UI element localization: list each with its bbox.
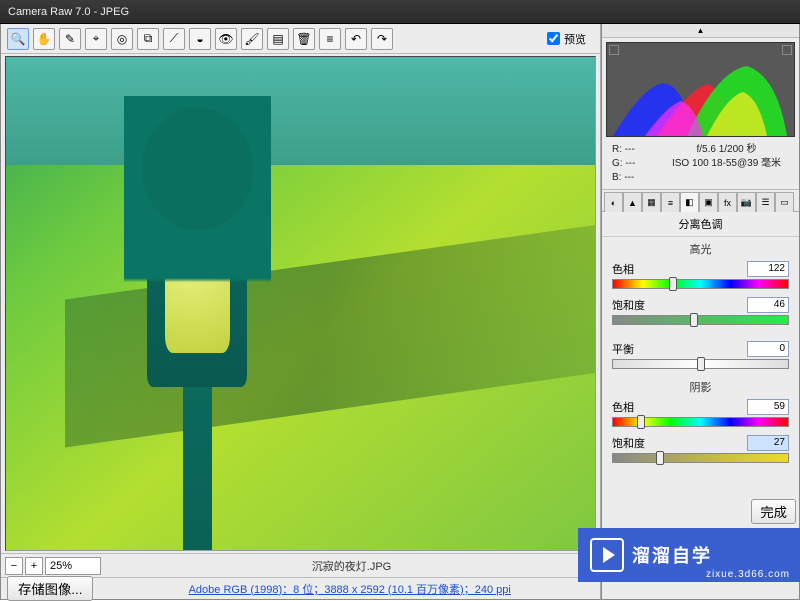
zoom-value[interactable]: 25%	[45, 557, 101, 575]
sh-sat-slider[interactable]	[612, 453, 789, 463]
readout-r: R: ---	[612, 143, 654, 157]
tab-fx-icon[interactable]: fx	[718, 192, 737, 212]
histogram[interactable]	[606, 42, 795, 137]
zoom-out-button[interactable]: −	[5, 557, 23, 575]
preview-checkbox-input[interactable]	[547, 32, 560, 45]
scroll-up-arrow-icon[interactable]: ▲	[602, 24, 799, 38]
play-icon	[590, 538, 624, 572]
hand-tool-icon[interactable]: ✋	[33, 28, 55, 50]
sh-hue-value[interactable]: 59	[747, 399, 789, 415]
shadows-title: 阴影	[602, 375, 799, 397]
status-bar: 存储图像... Adobe RGB (1998)：8 位；3888 x 2592…	[1, 577, 600, 599]
sh-sat-value[interactable]: 27	[747, 435, 789, 451]
hl-sat-row: 饱和度 46	[602, 295, 799, 331]
tab-lens-icon[interactable]: ▣	[699, 192, 718, 212]
redeye-icon[interactable]: 👁	[215, 28, 237, 50]
window-title: Camera Raw 7.0 - JPEG	[8, 6, 129, 18]
adjustment-brush-icon[interactable]: 🖌	[241, 28, 263, 50]
balance-value[interactable]: 0	[747, 341, 789, 357]
hl-hue-label: 色相	[612, 261, 634, 277]
save-image-button[interactable]: 存储图像...	[7, 576, 93, 601]
target-adjust-icon[interactable]: ◎	[111, 28, 133, 50]
color-sampler-icon[interactable]: ⌖	[85, 28, 107, 50]
graduated-filter-icon[interactable]: ▤	[267, 28, 289, 50]
watermark: 溜溜自学 zixue.3d66.com	[578, 528, 800, 582]
slider-thumb[interactable]	[697, 357, 705, 371]
tab-detail-icon[interactable]: ▦	[642, 192, 661, 212]
sh-sat-row: 饱和度 27	[602, 433, 799, 469]
readout-b: B: ---	[612, 171, 654, 185]
balance-row: 平衡 0	[602, 339, 799, 375]
canvas-bottombar: − + 25% 沉寂的夜灯.JPG	[1, 553, 600, 577]
title-bar: Camera Raw 7.0 - JPEG	[0, 0, 800, 24]
slider-thumb[interactable]	[669, 277, 677, 291]
tool-toolbar: 🔍 ✋ ✎ ⌖ ◎ ⧉ ⟋ ◒ 👁 🖌 ▤ 🗑 ≡ ↶ ↷ 预览	[1, 24, 600, 54]
zoom-tool-icon[interactable]: 🔍	[7, 28, 29, 50]
tab-split-toning-icon[interactable]: ◧	[680, 192, 699, 212]
exif-line1: f/5.6 1/200 秒	[654, 143, 799, 157]
readout-g: G: ---	[612, 157, 654, 171]
spot-removal-icon[interactable]: ◒	[189, 28, 211, 50]
balance-slider[interactable]	[612, 359, 789, 369]
balance-label: 平衡	[612, 341, 634, 357]
sh-hue-slider[interactable]	[612, 417, 789, 427]
straighten-icon[interactable]: ⟋	[163, 28, 185, 50]
exif-line2: ISO 100 18-55@39 毫米	[654, 157, 799, 171]
photo-content	[6, 57, 595, 550]
done-button[interactable]: 完成	[751, 499, 796, 524]
panel-tabs: ◐ ▲ ▦ ≡ ◧ ▣ fx 📷 ☰ ▭	[602, 190, 799, 212]
highlights-title: 高光	[602, 237, 799, 259]
preview-checkbox[interactable]: 预览	[547, 31, 586, 47]
tab-hsl-icon[interactable]: ≡	[661, 192, 680, 212]
tab-camera-icon[interactable]: 📷	[737, 192, 756, 212]
hl-hue-row: 色相 122	[602, 259, 799, 295]
watermark-brand: 溜溜自学	[632, 542, 712, 568]
workflow-options-link[interactable]: Adobe RGB (1998)：8 位；3888 x 2592 (10.1 百…	[105, 581, 594, 597]
rotate-cw-icon[interactable]: ↷	[371, 28, 393, 50]
tab-presets-icon[interactable]: ☰	[756, 192, 775, 212]
sh-hue-label: 色相	[612, 399, 634, 415]
hl-hue-value[interactable]: 122	[747, 261, 789, 277]
rotate-ccw-icon[interactable]: ↶	[345, 28, 367, 50]
zoom-controls: − + 25%	[5, 557, 101, 575]
hl-sat-value[interactable]: 46	[747, 297, 789, 313]
image-canvas[interactable]	[5, 56, 596, 551]
watermark-url: zixue.3d66.com	[706, 569, 790, 580]
hl-sat-slider[interactable]	[612, 315, 789, 325]
slider-thumb[interactable]	[637, 415, 645, 429]
sh-hue-row: 色相 59	[602, 397, 799, 433]
hl-hue-slider[interactable]	[612, 279, 789, 289]
left-pane: 🔍 ✋ ✎ ⌖ ◎ ⧉ ⟋ ◒ 👁 🖌 ▤ 🗑 ≡ ↶ ↷ 预览	[1, 24, 601, 599]
panel-title: 分离色调	[602, 212, 799, 237]
preview-label: 预览	[564, 31, 586, 47]
tab-basic-icon[interactable]: ◐	[604, 192, 623, 212]
slider-thumb[interactable]	[690, 313, 698, 327]
main-wrapper: 🔍 ✋ ✎ ⌖ ◎ ⧉ ⟋ ◒ 👁 🖌 ▤ 🗑 ≡ ↶ ↷ 预览	[0, 24, 800, 600]
sh-sat-label: 饱和度	[612, 435, 645, 451]
filename-label: 沉寂的夜灯.JPG	[107, 558, 596, 574]
trash-icon[interactable]: 🗑	[293, 28, 315, 50]
tab-snapshots-icon[interactable]: ▭	[775, 192, 794, 212]
crop-icon[interactable]: ⧉	[137, 28, 159, 50]
prefs-icon[interactable]: ≡	[319, 28, 341, 50]
histogram-svg	[607, 46, 795, 136]
hl-sat-label: 饱和度	[612, 297, 645, 313]
rgb-exif-readout: R: --- G: --- B: --- f/5.6 1/200 秒 ISO 1…	[602, 141, 799, 190]
eyedropper-icon[interactable]: ✎	[59, 28, 81, 50]
tab-curve-icon[interactable]: ▲	[623, 192, 642, 212]
zoom-in-button[interactable]: +	[25, 557, 43, 575]
slider-thumb[interactable]	[656, 451, 664, 465]
